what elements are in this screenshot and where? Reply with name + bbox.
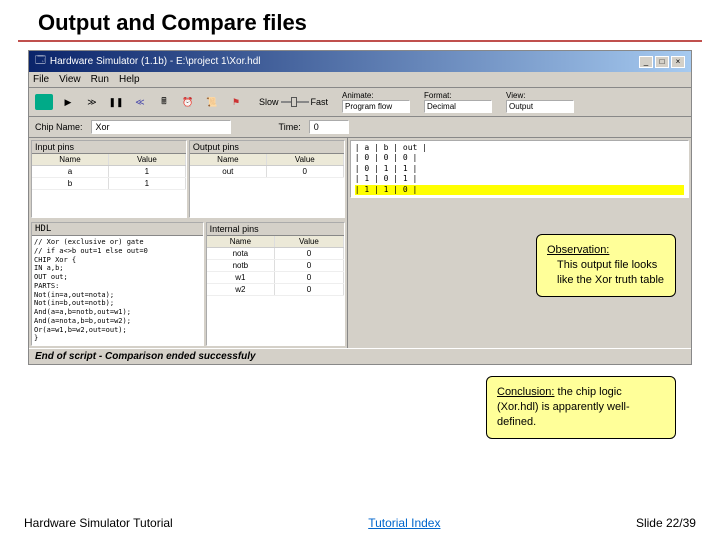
hdl-line: And(a=a,b=notb,out=w1);	[34, 308, 201, 317]
col-value: Value	[267, 154, 344, 165]
calculator-icon[interactable]: 🖩	[155, 94, 173, 110]
table-row: b1	[32, 178, 186, 190]
menu-view[interactable]: View	[59, 74, 81, 85]
hdl-line: IN a,b;	[34, 264, 201, 273]
slide-title: Output and Compare files	[18, 0, 702, 42]
output-line-highlighted: | 1 | 1 | 0 |	[355, 185, 684, 195]
output-line: | 1 | 0 | 1 |	[355, 174, 684, 184]
hdl-line: Not(in=b,out=notb);	[34, 299, 201, 308]
hdl-line: CHIP Xor {	[34, 256, 201, 265]
hdl-line: }	[34, 334, 201, 343]
table-row: w20	[207, 284, 344, 296]
time-label: Time:	[279, 122, 301, 132]
format-label: Format:	[424, 91, 492, 100]
clock-icon[interactable]: ⏰	[179, 94, 197, 110]
output-line: | 0 | 1 | 1 |	[355, 164, 684, 174]
maximize-button[interactable]: □	[655, 56, 669, 68]
observation-body: This output file looks like the Xor trut…	[547, 258, 665, 288]
flag-icon[interactable]: ⚑	[227, 94, 245, 110]
view-select[interactable]: Output	[506, 100, 574, 113]
output-line: | 0 | 0 | 0 |	[355, 153, 684, 163]
chip-name-label: Chip Name:	[35, 122, 83, 132]
footer-left: Hardware Simulator Tutorial	[24, 516, 173, 530]
animate-select[interactable]: Program flow	[342, 100, 410, 113]
status-bar: End of script - Comparison ended success…	[29, 348, 691, 364]
col-value: Value	[109, 154, 186, 165]
hdl-title: HDL	[32, 223, 203, 236]
speed-slider[interactable]	[281, 101, 309, 103]
minimize-button[interactable]: _	[639, 56, 653, 68]
observation-label: Observation:	[547, 244, 609, 256]
close-button[interactable]: ×	[671, 56, 685, 68]
view-label: View:	[506, 91, 574, 100]
fast-forward-icon[interactable]: ≫	[83, 94, 101, 110]
pause-icon[interactable]: ❚❚	[107, 94, 125, 110]
rewind-icon[interactable]: ≪	[131, 94, 149, 110]
slide-footer: Hardware Simulator Tutorial Tutorial Ind…	[0, 510, 720, 536]
chip-icon[interactable]	[35, 94, 53, 110]
output-line: | a | b | out |	[355, 143, 684, 153]
chip-name-field[interactable]: Xor	[91, 120, 231, 134]
hdl-line: // Xor (exclusive or) gate	[34, 238, 201, 247]
input-pins-title: Input pins	[32, 141, 186, 154]
hdl-line: // if a<>b out=1 else out=0	[34, 247, 201, 256]
menu-help[interactable]: Help	[119, 74, 140, 85]
conclusion-callout: Conclusion: the chip logic (Xor.hdl) is …	[486, 376, 676, 439]
table-row: a1	[32, 166, 186, 178]
app-window: 🗔 Hardware Simulator (1.1b) - E:\project…	[28, 50, 692, 365]
col-name: Name	[207, 236, 276, 247]
hdl-line: Or(a=w1,b=w2,out=out);	[34, 326, 201, 335]
internal-pins-panel: Internal pins NameValue nota0 notb0 w10 …	[206, 222, 345, 346]
table-row: out0	[190, 166, 344, 178]
app-icon: 🗔	[35, 53, 46, 70]
output-pins-panel: Output pins NameValue out0	[189, 140, 345, 218]
slow-label: Slow	[259, 97, 279, 107]
titlebar: 🗔 Hardware Simulator (1.1b) - E:\project…	[29, 51, 691, 72]
hdl-line: And(a=nota,b=b,out=w2);	[34, 317, 201, 326]
conclusion-label: Conclusion:	[497, 386, 554, 398]
col-name: Name	[190, 154, 267, 165]
hdl-panel: HDL // Xor (exclusive or) gate // if a<>…	[31, 222, 204, 346]
menubar: File View Run Help	[29, 72, 691, 88]
toolbar: ▶ ≫ ❚❚ ≪ 🖩 ⏰ 📜 ⚑ Slow Fast Animate: Prog…	[29, 88, 691, 117]
output-pins-title: Output pins	[190, 141, 344, 154]
window-title: Hardware Simulator (1.1b) - E:\project 1…	[50, 56, 261, 67]
menu-file[interactable]: File	[33, 74, 49, 85]
internal-pins-title: Internal pins	[207, 223, 344, 236]
observation-callout: Observation: This output file looks like…	[536, 234, 676, 297]
tutorial-index-link[interactable]: Tutorial Index	[368, 516, 440, 530]
output-panel: | a | b | out | | 0 | 0 | 0 | | 0 | 1 | …	[350, 140, 689, 198]
hdl-line: Not(in=a,out=nota);	[34, 291, 201, 300]
chip-info-bar: Chip Name: Xor Time: 0	[29, 117, 691, 138]
hdl-line: OUT out;	[34, 273, 201, 282]
table-row: notb0	[207, 260, 344, 272]
hdl-line: PARTS:	[34, 282, 201, 291]
input-pins-panel: Input pins NameValue a1 b1	[31, 140, 187, 218]
table-row: nota0	[207, 248, 344, 260]
slide-counter: Slide 22/39	[636, 516, 696, 530]
script-icon[interactable]: 📜	[203, 94, 221, 110]
animate-label: Animate:	[342, 91, 410, 100]
play-icon[interactable]: ▶	[59, 94, 77, 110]
time-field: 0	[309, 120, 349, 134]
menu-run[interactable]: Run	[91, 74, 109, 85]
col-name: Name	[32, 154, 109, 165]
format-select[interactable]: Decimal	[424, 100, 492, 113]
fast-label: Fast	[311, 97, 329, 107]
col-value: Value	[275, 236, 344, 247]
table-row: w10	[207, 272, 344, 284]
